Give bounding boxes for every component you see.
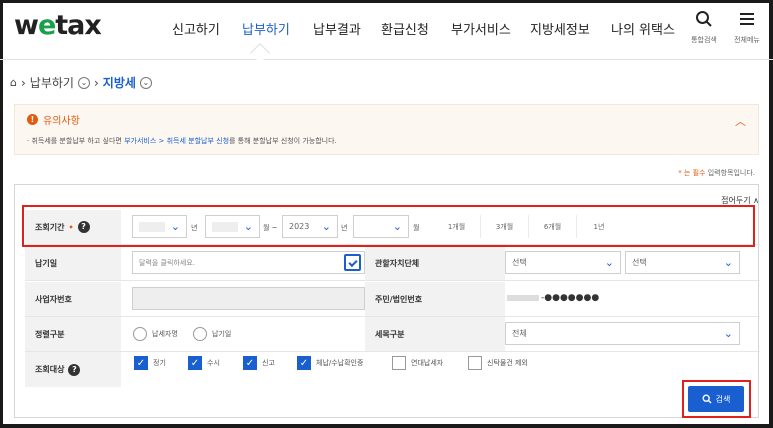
notice-body: · 취득세를 분할납부 하고 싶다면 부가서비스 > 취득세 분할납부 신청를 … xyxy=(27,136,337,146)
blurred-value xyxy=(507,294,539,301)
sort-row: 정렬구분 납세자명 납기일 세목구분 전체 ⌄ xyxy=(25,317,760,352)
target-checkbox-arrears[interactable]: ✓ 체납/수납확인중 xyxy=(297,356,363,370)
sort-radio-taxpayer[interactable]: 납세자명 xyxy=(133,327,178,341)
breadcrumb: ⌂ › 납부하기 ⌄ › 지방세 ⌄ xyxy=(10,74,152,91)
radio-circle[interactable] xyxy=(133,327,147,341)
target-checkbox-occasional-label: 수시 xyxy=(207,359,220,367)
active-nav-caret xyxy=(250,43,270,63)
alert-icon: ! xyxy=(27,114,38,125)
sort-radio-taxpayer-label: 납세자명 xyxy=(152,330,178,338)
target-checkbox-arrears-label: 체납/수납확인중 xyxy=(316,359,364,367)
notice-title-text: 유의사항 xyxy=(43,116,80,127)
notice-body-link[interactable]: 부가서비스 > 취득세 분할납부 신청 xyxy=(124,137,229,145)
site-header: wetax 신고하기 납부하기 납부결과 환급신청 부가서비스 지방세정보 나의… xyxy=(0,0,773,63)
checkbox-box[interactable] xyxy=(392,356,406,370)
chevron-down-icon: ⌄ xyxy=(723,327,733,340)
home-icon[interactable]: ⌂ xyxy=(10,76,17,89)
breadcrumb-separator: › xyxy=(20,75,26,90)
rrn-label: 주민/법인번호 xyxy=(365,282,505,316)
sort-radio-duedate-label: 납기일 xyxy=(212,330,232,338)
check-icon[interactable]: ✓ xyxy=(134,356,148,370)
nav-item-payment-result[interactable]: 납부결과 xyxy=(313,19,361,38)
target-checkbox-joint[interactable]: 연대납세자 xyxy=(392,356,443,370)
target-row: 조회대상? ✓ 정기 ✓ 수시 ✓ 신고 ✓ 체납/수납확인중 연대납세자 신탁물건 제… xyxy=(25,352,760,387)
target-checkbox-regular-label: 정기 xyxy=(153,359,166,367)
radio-circle[interactable] xyxy=(193,327,207,341)
pay-date-label: 납기일 xyxy=(25,246,121,280)
pay-date-placeholder: 달력을 클릭하세요. xyxy=(139,258,195,267)
search-highlight-box xyxy=(682,380,751,418)
period-highlight-box xyxy=(22,205,755,247)
target-label-text: 조회대상 xyxy=(35,365,65,374)
chevron-down-icon: ⌄ xyxy=(604,256,614,269)
total-search-label: 통합검색 xyxy=(691,36,717,44)
pay-date-input[interactable]: 달력을 클릭하세요. xyxy=(132,251,365,274)
nav-item-payment[interactable]: 납부하기 xyxy=(242,19,290,38)
all-menu-label: 전체메뉴 xyxy=(734,36,760,44)
authority-select-1-value: 선택 xyxy=(512,258,527,267)
chevron-down-icon[interactable]: ⌄ xyxy=(139,76,152,89)
required-mark: * 는 필수 xyxy=(678,169,706,177)
authority-select-2-value: 선택 xyxy=(632,258,647,267)
sort-radio-duedate[interactable]: 납기일 xyxy=(193,327,231,341)
target-checkbox-report-label: 신고 xyxy=(262,359,275,367)
target-checkbox-trust-exclude-label: 신탁물건 제외 xyxy=(487,359,528,367)
notice-panel: ! 유의사항 · 취득세를 분할납부 하고 싶다면 부가서비스 > 취득세 분할납… xyxy=(14,104,759,155)
notice-title: ! 유의사항 xyxy=(27,112,80,127)
nav-item-local-tax-info[interactable]: 지방세정보 xyxy=(530,19,590,38)
target-checkbox-joint-label: 연대납세자 xyxy=(411,359,444,367)
help-icon[interactable]: ? xyxy=(68,363,81,376)
notice-body-post: 를 통해 분할납부 신청이 가능합니다. xyxy=(229,137,337,145)
authority-label: 관할자치단체 xyxy=(365,246,505,280)
breadcrumb-current[interactable]: 지방세 xyxy=(103,74,136,91)
nav-item-refund[interactable]: 환급신청 xyxy=(381,19,429,38)
required-note-text: 입력항목입니다. xyxy=(705,169,755,177)
tax-item-value: 전체 xyxy=(512,329,527,338)
check-icon[interactable]: ✓ xyxy=(243,356,257,370)
total-search-button[interactable]: 통합검색 xyxy=(684,10,724,45)
biz-no-label: 사업자번호 xyxy=(25,282,121,316)
sort-label: 정렬구분 xyxy=(25,317,121,351)
target-checkbox-occasional[interactable]: ✓ 수시 xyxy=(188,356,220,370)
collapse-notice-icon[interactable]: ︿ xyxy=(735,113,746,129)
target-checkbox-report[interactable]: ✓ 신고 xyxy=(243,356,275,370)
required-note: * 는 필수 입력항목입니다. xyxy=(678,168,755,178)
search-icon xyxy=(696,11,712,27)
nav-item-report[interactable]: 신고하기 xyxy=(172,19,220,38)
nav-item-my-wetax[interactable]: 나의 위택스 xyxy=(611,19,675,38)
breadcrumb-level1[interactable]: 납부하기 xyxy=(30,74,74,91)
biz-no-input xyxy=(132,287,365,310)
paydate-row: 납기일 달력을 클릭하세요. 관할자치단체 선택 ⌄ 선택 ⌄ xyxy=(25,246,760,281)
bizno-row: 사업자번호 주민/법인번호 -●●●●●●● xyxy=(25,282,760,317)
check-icon[interactable]: ✓ xyxy=(188,356,202,370)
wetax-logo[interactable]: wetax xyxy=(14,10,102,41)
check-icon[interactable]: ✓ xyxy=(297,356,311,370)
authority-select-2[interactable]: 선택 ⌄ xyxy=(625,251,740,274)
calendar-icon[interactable] xyxy=(344,254,361,271)
tax-item-select[interactable]: 전체 ⌄ xyxy=(505,322,740,345)
authority-select-1[interactable]: 선택 ⌄ xyxy=(505,251,621,274)
notice-body-pre: · 취득세를 분할납부 하고 싶다면 xyxy=(27,137,125,145)
breadcrumb-separator: › xyxy=(93,75,99,90)
chevron-down-icon[interactable]: ⌄ xyxy=(77,76,90,89)
hamburger-icon xyxy=(740,13,754,25)
rrn-masked-text: -●●●●●●● xyxy=(541,293,600,303)
chevron-down-icon: ⌄ xyxy=(723,256,733,269)
target-checkbox-regular[interactable]: ✓ 정기 xyxy=(134,356,166,370)
nav-item-extra-service[interactable]: 부가서비스 xyxy=(451,19,511,38)
checkbox-box[interactable] xyxy=(468,356,482,370)
rrn-value: -●●●●●●● xyxy=(507,293,599,303)
target-checkbox-trust-exclude[interactable]: 신탁물건 제외 xyxy=(468,356,528,370)
all-menu-button[interactable]: 전체메뉴 xyxy=(727,10,767,45)
target-label: 조회대상? xyxy=(25,352,121,387)
tax-item-label: 세목구분 xyxy=(365,317,505,351)
